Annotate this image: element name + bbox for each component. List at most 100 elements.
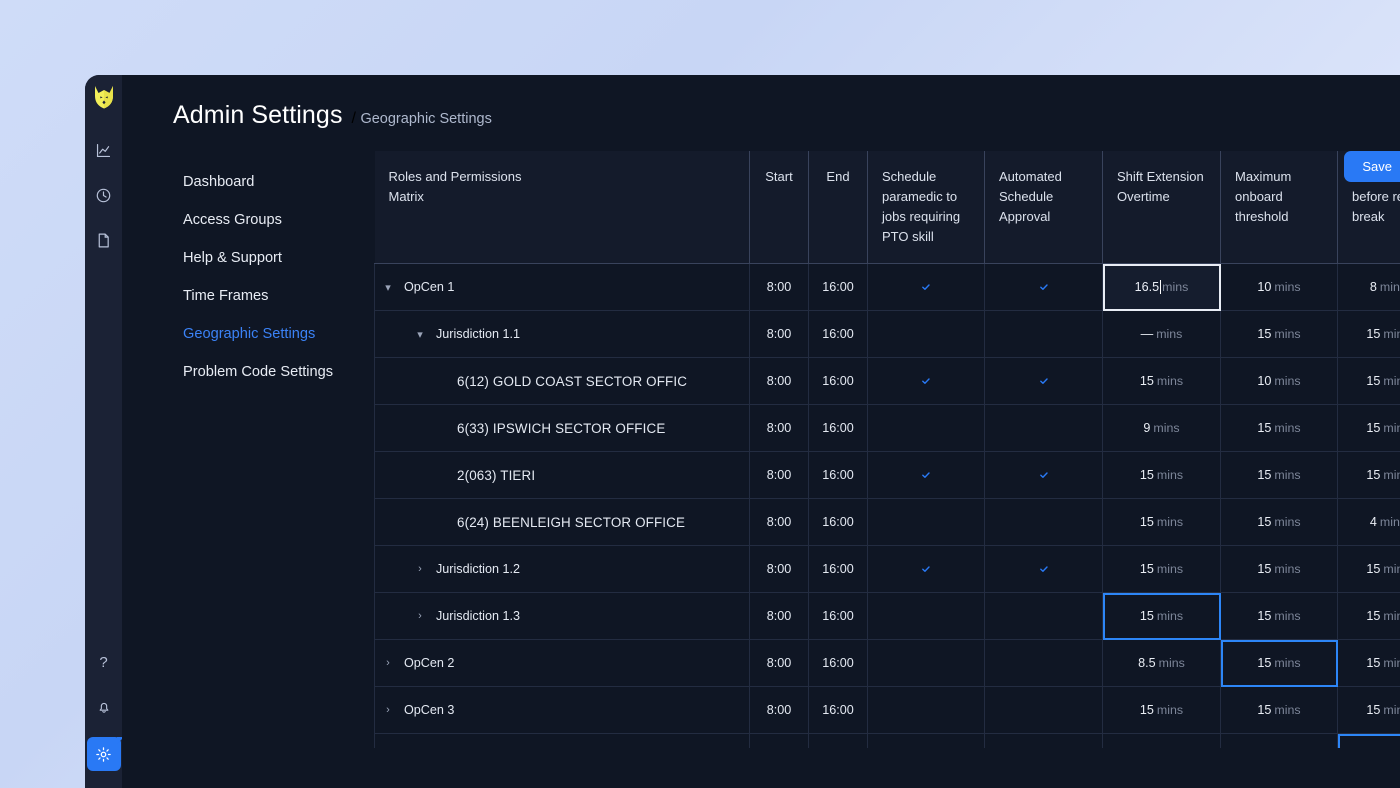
cell-drivetime[interactable]: 15mins: [1338, 593, 1400, 640]
row-label-cell[interactable]: ›Jurisdiction 1.3: [375, 593, 750, 640]
cell-shift-extension[interactable]: 9mins: [1103, 405, 1221, 452]
cell-drivetime[interactable]: [1338, 734, 1400, 748]
bell-icon[interactable]: [89, 692, 119, 722]
checkbox-paramedic-pto-icon[interactable]: [918, 702, 935, 719]
cell-checkbox-paramedic-pto[interactable]: [868, 734, 985, 748]
cell-checkbox-paramedic-pto[interactable]: [868, 452, 985, 499]
checkbox-automated-approval-icon[interactable]: [1035, 373, 1052, 390]
cell-shift-extension[interactable]: 8.5mins: [1103, 640, 1221, 687]
cell-checkbox-paramedic-pto[interactable]: [868, 546, 985, 593]
cell-checkbox-automated-approval[interactable]: [985, 546, 1103, 593]
row-label-cell[interactable]: 6(12) GOLD COAST SECTOR OFFIC: [375, 358, 750, 405]
cell-drivetime[interactable]: 15mins: [1338, 687, 1400, 734]
cell-max-onboard[interactable]: 10mins: [1221, 264, 1338, 311]
checkbox-automated-approval-icon[interactable]: [1035, 467, 1052, 484]
chevron-right-icon[interactable]: ›: [413, 610, 427, 622]
cell-end[interactable]: 16:00: [809, 546, 868, 593]
cell-max-onboard[interactable]: 15mins: [1221, 593, 1338, 640]
document-icon[interactable]: [89, 225, 119, 255]
table-row[interactable]: ›OpCen 28:0016:008.5mins15mins15mins: [375, 640, 1400, 687]
checkbox-paramedic-pto-icon[interactable]: [918, 373, 935, 390]
cell-drivetime[interactable]: 15mins: [1338, 546, 1400, 593]
save-button[interactable]: Save: [1344, 151, 1400, 182]
cell-checkbox-automated-approval[interactable]: [985, 593, 1103, 640]
clock-icon[interactable]: [89, 180, 119, 210]
cell-checkbox-automated-approval[interactable]: [985, 311, 1103, 358]
chevron-right-icon[interactable]: ›: [413, 563, 427, 575]
table-row[interactable]: ▾OpCen 18:0016:0016.5mins10mins8mins: [375, 264, 1400, 311]
table-row[interactable]: ›Jurisdiction 1.28:0016:0015mins15mins15…: [375, 546, 1400, 593]
cell-max-onboard[interactable]: 15mins: [1221, 405, 1338, 452]
cell-start[interactable]: 8:00: [750, 546, 809, 593]
column-header-end[interactable]: End: [809, 151, 868, 264]
gear-icon[interactable]: [87, 737, 121, 771]
checkbox-automated-approval-icon[interactable]: [1035, 561, 1052, 578]
cell-checkbox-automated-approval[interactable]: [985, 687, 1103, 734]
column-header-shift-extension[interactable]: Shift Extension Overtime: [1103, 151, 1221, 264]
cell-checkbox-automated-approval[interactable]: [985, 734, 1103, 748]
cell-drivetime[interactable]: 15mins: [1338, 358, 1400, 405]
checkbox-paramedic-pto-icon[interactable]: [918, 561, 935, 578]
cell-start[interactable]: [750, 734, 809, 748]
cell-end[interactable]: 16:00: [809, 264, 868, 311]
cell-checkbox-automated-approval[interactable]: [985, 452, 1103, 499]
table-row[interactable]: ›Jurisdiction 1.38:0016:0015mins15mins15…: [375, 593, 1400, 640]
checkbox-automated-approval-icon[interactable]: [1035, 655, 1052, 672]
row-label-cell[interactable]: [375, 734, 750, 748]
cell-start[interactable]: 8:00: [750, 499, 809, 546]
cell-drivetime[interactable]: 8mins: [1338, 264, 1400, 311]
chevron-down-icon[interactable]: ▾: [413, 328, 427, 341]
cell-start[interactable]: 8:00: [750, 640, 809, 687]
cell-shift-extension[interactable]: 15mins: [1103, 687, 1221, 734]
cell-max-onboard[interactable]: 15mins: [1221, 640, 1338, 687]
cell-checkbox-paramedic-pto[interactable]: [868, 593, 985, 640]
checkbox-automated-approval-icon[interactable]: [1035, 608, 1052, 625]
table-row[interactable]: ▾Jurisdiction 1.18:0016:00—mins15mins15m…: [375, 311, 1400, 358]
cell-drivetime[interactable]: 15mins: [1338, 640, 1400, 687]
table-row[interactable]: ›OpCen 38:0016:0015mins15mins15mins: [375, 687, 1400, 734]
cell-checkbox-paramedic-pto[interactable]: [868, 687, 985, 734]
row-label-cell[interactable]: 2(063) TIERI: [375, 452, 750, 499]
chevron-right-icon[interactable]: ›: [381, 704, 395, 716]
column-header-paramedic-pto[interactable]: Schedule paramedic to jobs requiring PTO…: [868, 151, 985, 264]
cell-end[interactable]: 16:00: [809, 358, 868, 405]
cell-end[interactable]: 16:00: [809, 640, 868, 687]
cell-drivetime[interactable]: 15mins: [1338, 311, 1400, 358]
cell-shift-extension[interactable]: 15mins: [1103, 358, 1221, 405]
cell-max-onboard[interactable]: [1221, 734, 1338, 748]
checkbox-paramedic-pto-icon[interactable]: [918, 326, 935, 343]
cell-shift-extension[interactable]: 15mins: [1103, 499, 1221, 546]
cell-checkbox-paramedic-pto[interactable]: [868, 264, 985, 311]
nav-item-access-groups[interactable]: Access Groups: [183, 201, 374, 239]
nav-item-problem-code-settings[interactable]: Problem Code Settings: [183, 353, 374, 391]
checkbox-paramedic-pto-icon[interactable]: [918, 420, 935, 437]
cell-shift-extension[interactable]: 15mins: [1103, 546, 1221, 593]
cell-drivetime[interactable]: 4mins: [1338, 499, 1400, 546]
cell-drivetime[interactable]: 15mins: [1338, 452, 1400, 499]
cell-end[interactable]: 16:00: [809, 405, 868, 452]
cell-checkbox-paramedic-pto[interactable]: [868, 499, 985, 546]
chevron-right-icon[interactable]: ›: [381, 657, 395, 669]
matrix-table-scroll[interactable]: Roles and Permissions Matrix Start End S…: [374, 151, 1400, 748]
cell-max-onboard[interactable]: 10mins: [1221, 358, 1338, 405]
column-header-automated-approval[interactable]: Automated Schedule Approval: [985, 151, 1103, 264]
cell-end[interactable]: 16:00: [809, 499, 868, 546]
checkbox-paramedic-pto-icon[interactable]: [918, 514, 935, 531]
cell-checkbox-automated-approval[interactable]: [985, 358, 1103, 405]
nav-item-time-frames[interactable]: Time Frames: [183, 277, 374, 315]
row-label-cell[interactable]: ›OpCen 2: [375, 640, 750, 687]
cell-start[interactable]: 8:00: [750, 264, 809, 311]
cell-checkbox-paramedic-pto[interactable]: [868, 405, 985, 452]
cell-shift-extension[interactable]: 15mins: [1103, 593, 1221, 640]
cell-start[interactable]: 8:00: [750, 452, 809, 499]
row-label-cell[interactable]: ›OpCen 3: [375, 687, 750, 734]
cell-max-onboard[interactable]: 15mins: [1221, 687, 1338, 734]
cell-checkbox-automated-approval[interactable]: [985, 640, 1103, 687]
help-icon[interactable]: ?: [89, 647, 119, 677]
checkbox-paramedic-pto-icon[interactable]: [918, 279, 935, 296]
row-label-cell[interactable]: ▾OpCen 1: [375, 264, 750, 311]
cell-start[interactable]: 8:00: [750, 687, 809, 734]
table-row[interactable]: 2(063) TIERI8:0016:0015mins15mins15mins: [375, 452, 1400, 499]
column-header-start[interactable]: Start: [750, 151, 809, 264]
checkbox-automated-approval-icon[interactable]: [1035, 420, 1052, 437]
